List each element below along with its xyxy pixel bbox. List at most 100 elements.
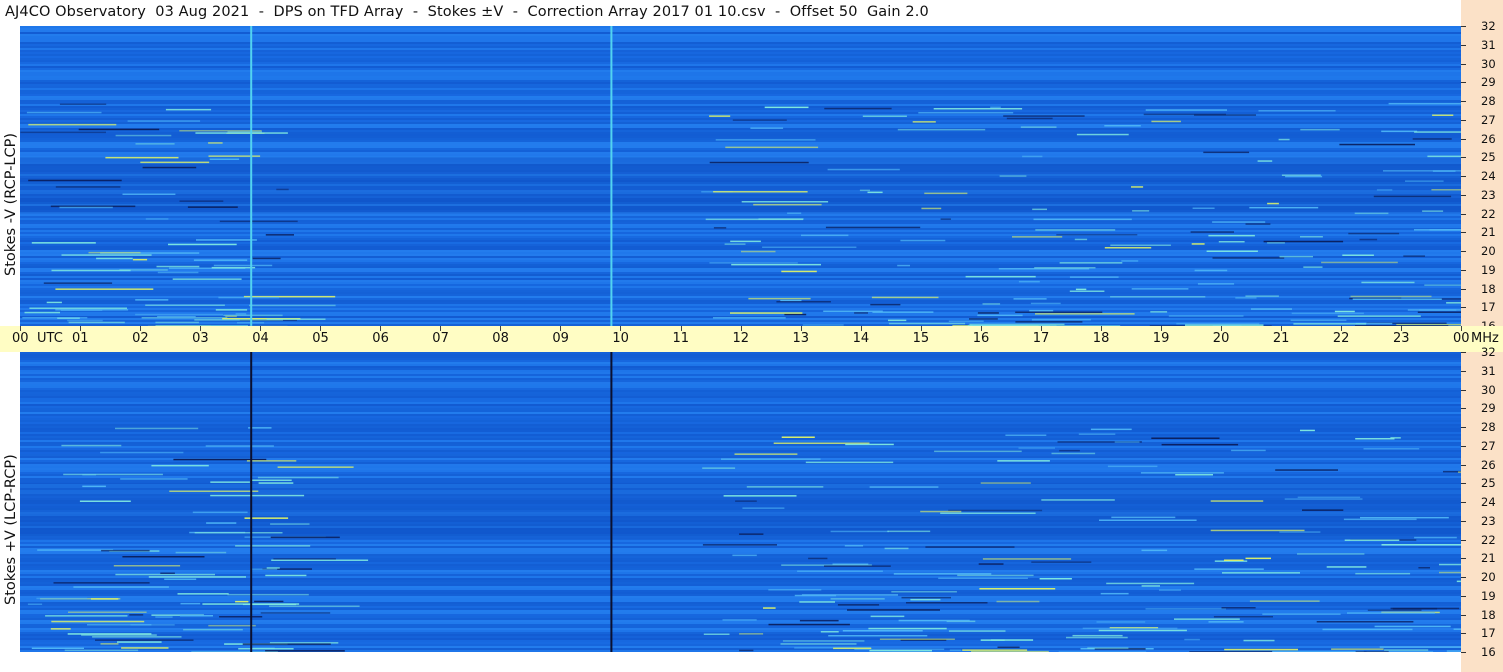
bottom-freq-tick — [1461, 483, 1466, 485]
bottom-freq-label: 22 — [1481, 532, 1496, 547]
bottom-marker-0 — [250, 352, 253, 652]
top-freq-label: 29 — [1481, 75, 1496, 90]
top-freq-label: 24 — [1481, 169, 1496, 183]
top-freq-label: 18 — [1481, 281, 1496, 296]
top-freq-label: 30 — [1481, 56, 1496, 71]
top-freq-tick — [1461, 157, 1466, 159]
top-freq-tick — [1461, 101, 1466, 102]
top-freq-tick — [1461, 119, 1466, 121]
time-label: 05 — [312, 331, 329, 346]
bottom-freq-tick — [1461, 427, 1466, 428]
time-label: 13 — [792, 331, 810, 346]
time-label: 00 — [1453, 331, 1470, 346]
bottom-freq-tick — [1461, 558, 1466, 560]
bottom-freq-tick — [1461, 652, 1466, 653]
bottom-freq-tick — [1461, 389, 1466, 391]
top-freq-label: 22 — [1481, 206, 1496, 221]
time-label: 02 — [132, 331, 149, 346]
time-label: 22 — [1332, 331, 1350, 346]
bottom-freq-tick — [1461, 577, 1466, 578]
top-freq-tick — [1461, 251, 1466, 252]
bottom-freq-tick — [1461, 408, 1466, 410]
bottom-freq-label: 31 — [1481, 363, 1496, 378]
bottom-freq-label: 18 — [1481, 607, 1496, 622]
top-freq-tick — [1461, 307, 1466, 309]
time-label: 14 — [852, 331, 870, 346]
top-freq-tick — [1461, 176, 1466, 177]
top-freq-tick — [1461, 26, 1466, 27]
top-freq-label: 25 — [1481, 150, 1496, 165]
top-freq-tick — [1461, 138, 1466, 140]
bottom-freq-label: 23 — [1481, 513, 1496, 528]
top-freq-label: 17 — [1481, 300, 1496, 315]
time-label: 18 — [1092, 331, 1110, 346]
y-axis-label-top: Stokes -V (RCP-LCP) — [3, 132, 19, 276]
time-label: 00 — [12, 331, 29, 346]
bottom-freq-tick — [1461, 352, 1466, 353]
bottom-freq-label: 27 — [1481, 438, 1496, 453]
bottom-freq-label: 30 — [1481, 382, 1496, 397]
top-freq-tick — [1461, 232, 1466, 234]
stokes-plus-v-spectrogram — [20, 352, 1461, 652]
top-freq-label: 32 — [1481, 19, 1496, 33]
utc-time-axis: 00 01 02 03 04 05 06 07 08 09 10 11 12 13 14 15 16 17 18 19… — [0, 326, 1503, 352]
bottom-freq-tick — [1461, 502, 1466, 503]
bottom-texture — [20, 352, 1461, 652]
time-label: 09 — [552, 331, 569, 346]
time-label: 11 — [672, 331, 690, 346]
time-label: 08 — [492, 331, 509, 346]
bottom-freq-label: 21 — [1481, 551, 1496, 566]
top-freq-tick — [1461, 288, 1466, 290]
bottom-freq-tick — [1461, 445, 1466, 447]
time-label: 23 — [1393, 331, 1410, 346]
top-marker-1 — [610, 26, 613, 326]
bottom-freq-tick — [1461, 595, 1466, 597]
bottom-freq-label: 16 — [1481, 645, 1496, 659]
time-label: 15 — [912, 331, 930, 346]
time-label: 21 — [1272, 331, 1290, 346]
chart-title: AJ4CO Observatory 03 Aug 2021 - DPS on T… — [5, 4, 929, 20]
stokes-minus-v-spectrogram — [20, 26, 1461, 326]
time-label: 16 — [972, 331, 990, 346]
bottom-freq-tick — [1461, 520, 1466, 522]
top-freq-label: 20 — [1481, 244, 1496, 258]
top-texture — [20, 26, 1461, 326]
bottom-freq-tick — [1461, 614, 1466, 616]
spectrogram-top-canvas — [20, 26, 1461, 326]
y-axis-label-bottom: Stokes +V (LCP-RCP) — [3, 454, 19, 605]
bottom-marker-1 — [610, 352, 613, 652]
top-freq-tick — [1461, 63, 1466, 65]
top-freq-label: 27 — [1481, 112, 1496, 127]
time-label: 07 — [432, 331, 449, 346]
spectrogram-bottom-canvas — [20, 352, 1461, 652]
top-marker-0 — [250, 26, 253, 326]
frequency-scale-bottom: 16 17 18 19 20 21 22 23 24 25 26 27 28 29 30 31 32 — [1461, 346, 1503, 672]
time-label: 12 — [732, 331, 750, 346]
time-label: 04 — [252, 331, 269, 346]
bottom-freq-tick — [1461, 539, 1466, 541]
bottom-freq-label: 26 — [1481, 457, 1496, 472]
time-label: 10 — [612, 331, 629, 346]
top-freq-tick — [1461, 44, 1466, 46]
top-freq-tick — [1461, 213, 1466, 215]
time-label: 01 — [72, 331, 89, 346]
top-freq-label: 31 — [1481, 37, 1496, 52]
time-label: 03 — [192, 331, 209, 346]
top-freq-label: 19 — [1481, 262, 1496, 277]
bottom-freq-label: 28 — [1481, 420, 1496, 434]
bottom-freq-tick — [1461, 633, 1466, 635]
top-freq-label: 28 — [1481, 94, 1496, 108]
bottom-freq-label: 17 — [1481, 626, 1496, 641]
bottom-freq-label: 32 — [1481, 345, 1496, 359]
time-label: 19 — [1152, 331, 1170, 346]
top-freq-label: 26 — [1481, 131, 1496, 146]
bottom-freq-label: 24 — [1481, 495, 1496, 509]
top-freq-tick — [1461, 269, 1466, 271]
top-freq-tick — [1461, 82, 1466, 84]
bottom-freq-tick — [1461, 464, 1466, 466]
bottom-freq-label: 25 — [1481, 476, 1496, 491]
time-label: 06 — [372, 331, 389, 346]
bottom-freq-label: 20 — [1481, 570, 1496, 584]
top-freq-label: 23 — [1481, 187, 1496, 202]
freq-unit-label: MHz — [1471, 331, 1499, 346]
